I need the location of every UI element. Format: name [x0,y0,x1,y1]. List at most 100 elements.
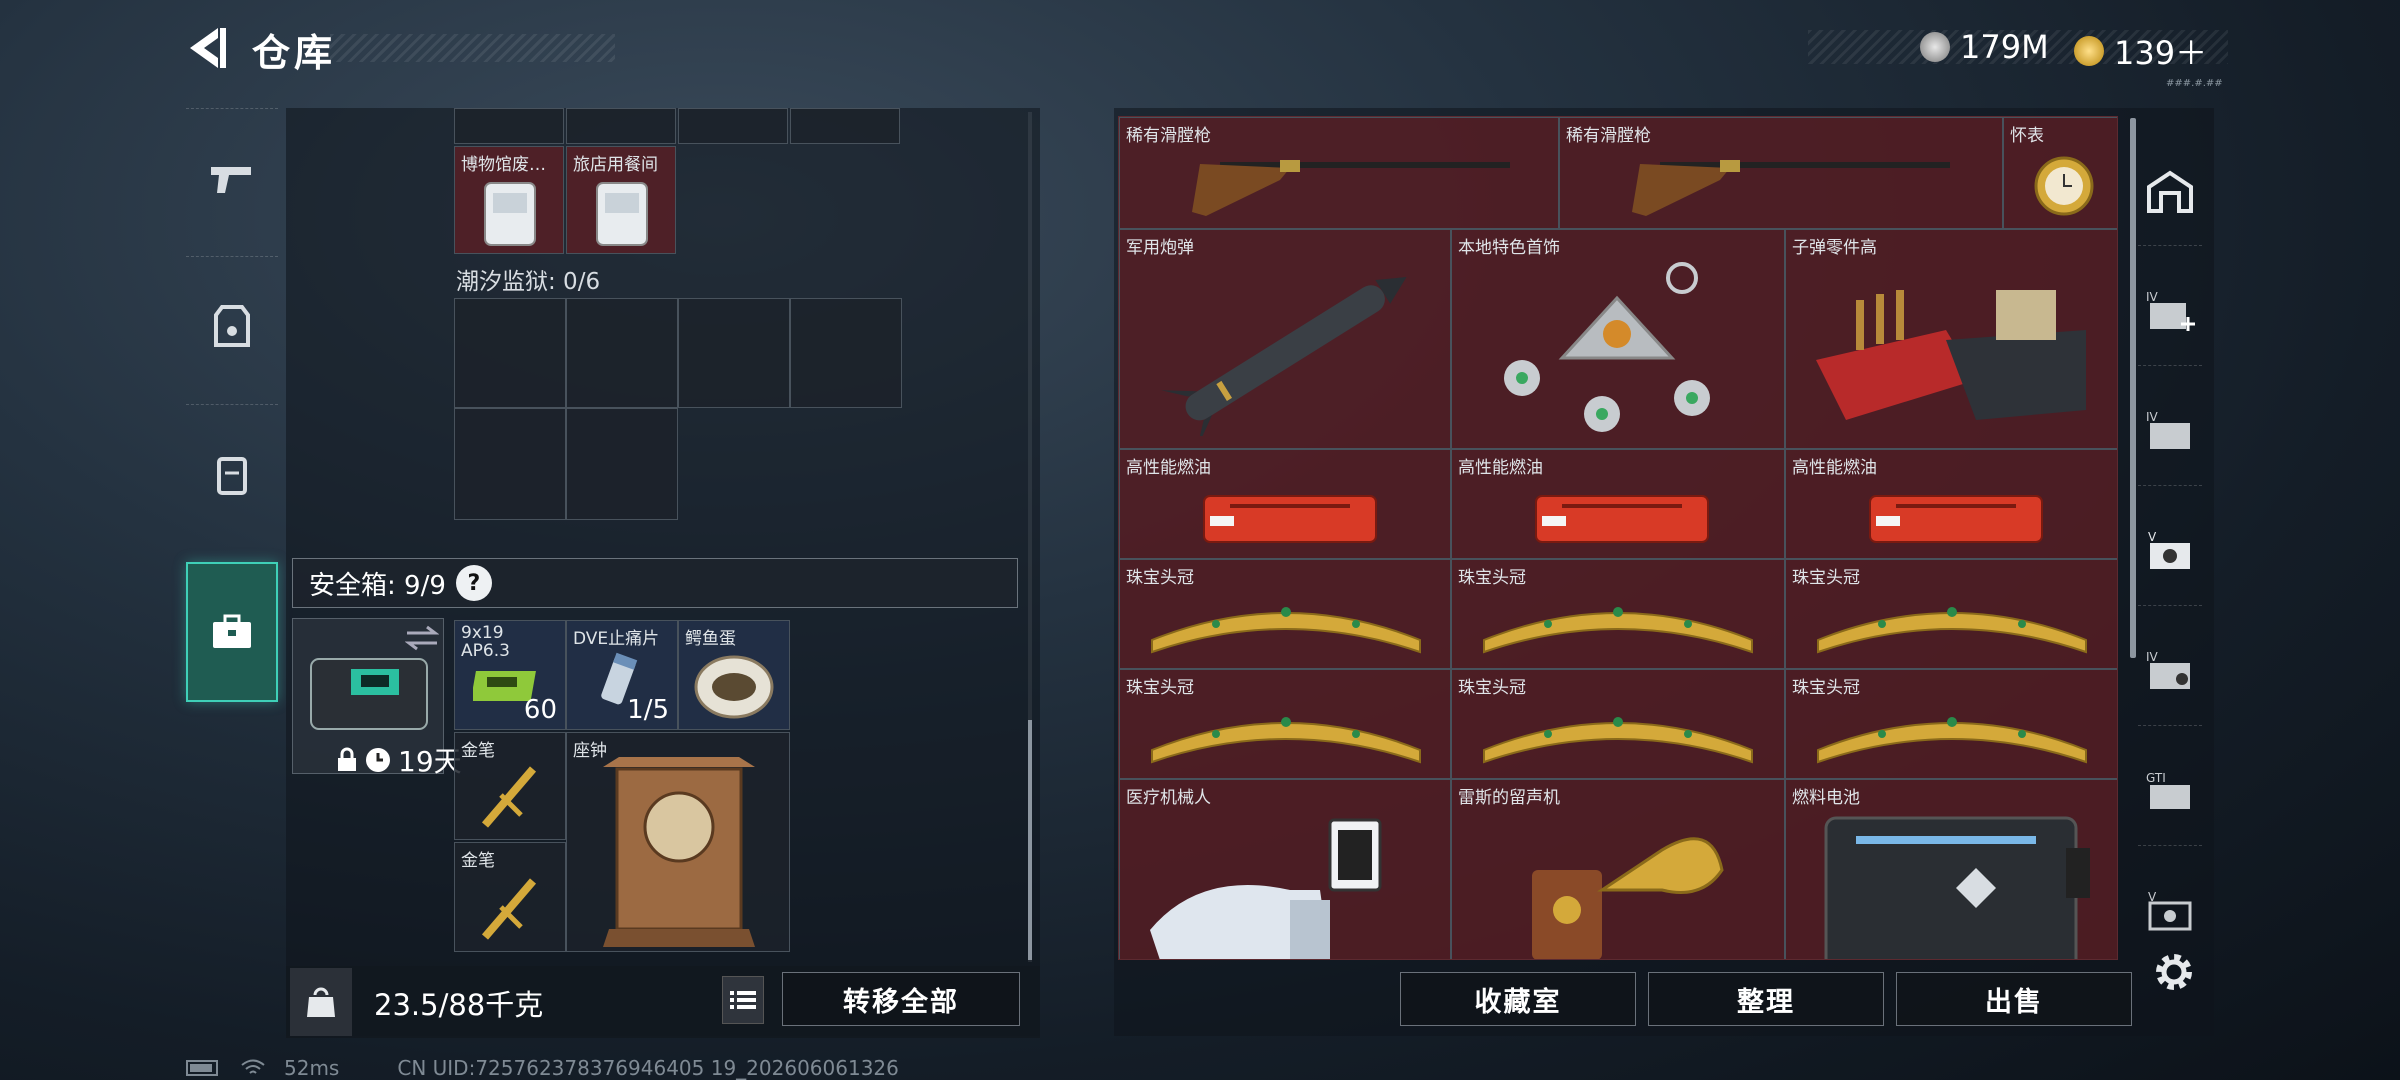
item-jewel-tiara[interactable]: 珠宝头冠 [1785,669,2117,779]
tiara-icon [1817,607,2087,654]
battery-status-icon [186,1060,218,1076]
item-military-shell[interactable]: 军用炮弹 [1119,229,1451,449]
sell-button[interactable]: 出售 [1896,972,2132,1026]
item-jewel-tiara[interactable]: 珠宝头冠 [1451,669,1785,779]
medical-robot-icon [1150,818,1382,959]
title-decoration [330,34,615,62]
grid-cell[interactable] [678,108,788,144]
keycard-icon [596,182,648,246]
clock-tower-icon [603,757,755,947]
item-name: 珠宝头冠 [1458,568,1526,588]
item-musket[interactable]: 稀有滑膛枪 [1119,117,1559,229]
tab-tools-iv[interactable]: IV [2138,376,2202,486]
weight-icon [290,968,352,1036]
item-name: DVE止痛片 [573,629,660,649]
safe-case-icon [310,658,428,730]
item-name: 博物馆废… [461,155,546,175]
item-fuel[interactable]: 高性能燃油 [1785,449,2117,559]
camera-icon: V [2148,530,2190,569]
left-scroll-thumb[interactable] [1028,720,1032,960]
collection-room-button[interactable]: 收藏室 [1400,972,1636,1026]
tiara-icon [1151,717,1421,764]
item-jewel-tiara[interactable]: 珠宝头冠 [1119,669,1451,779]
page-title: 仓库 [252,31,337,75]
fuel-case-icon [1535,495,1709,543]
gold-pen-icon [481,766,537,828]
tab-gti[interactable]: GTI [2138,736,2202,846]
item-jewel-tiara[interactable]: 珠宝头冠 [1451,559,1785,669]
item-bullet-parts[interactable]: 子弹零件高 [1785,229,2117,449]
medkit-plus-icon: IV [2146,290,2195,331]
lock-icon [338,747,356,771]
svg-text:IV: IV [2146,410,2159,424]
warehouse-grid: 稀有滑膛枪 稀有滑膛枪 怀表 军用炮弹 本地特色首饰 子弹零件高 高性能燃油 高… [1118,116,2118,960]
fuel-case-icon [1869,495,2043,543]
tab-medical-iv[interactable]: IV [2138,256,2202,366]
empty-slot[interactable] [454,408,566,520]
item-name: 珠宝头冠 [1126,678,1194,698]
item-mantel-clock[interactable]: 座钟 [566,732,790,952]
organize-button[interactable]: 整理 [1648,972,1884,1026]
ping-readout: 52ms [284,1056,340,1080]
empty-slot[interactable] [678,298,790,408]
left-category-sidebar [186,108,278,708]
item-musket[interactable]: 稀有滑膛枪 [1559,117,2003,229]
empty-slot[interactable] [790,298,902,408]
item-jewel-tiara[interactable]: 珠宝头冠 [1119,559,1451,669]
item-gramophone[interactable]: 雷斯的留声机 [1451,779,1785,959]
item-ammo[interactable]: 9x19 AP6.3 60 [454,620,566,730]
item-crocodile-egg[interactable]: 鳄鱼蛋 [678,620,790,730]
empty-slot[interactable] [566,408,678,520]
currency-silver[interactable]: 179M [1920,28,2049,66]
item-fuel[interactable]: 高性能燃油 [1451,449,1785,559]
tab-backpack[interactable] [186,404,278,544]
svg-text:IV: IV [2146,650,2159,664]
tab-weapons[interactable] [186,108,278,248]
back-button[interactable] [180,22,230,74]
tab-warehouse-home[interactable] [2138,136,2202,246]
item-name: 珠宝头冠 [1792,568,1860,588]
gold-coin-icon [2074,36,2104,66]
item-pocket-watch[interactable]: 怀表 [2003,117,2117,229]
grid-cell[interactable] [454,108,564,144]
clock-icon [366,748,390,772]
grid-cell[interactable] [790,108,900,144]
device-icon: IV [2146,650,2190,689]
item-painkiller[interactable]: DVE止痛片 1/5 [566,620,678,730]
transfer-all-button[interactable]: 转移全部 [782,972,1020,1026]
right-scroll-thumb[interactable] [2130,118,2136,658]
empty-slot[interactable] [566,298,678,408]
tiara-icon [1483,717,1753,764]
item-name: 本地特色首饰 [1458,238,1560,258]
item-museum-key[interactable]: 博物馆废… [454,146,564,254]
item-quantity: 1/5 [627,695,669,725]
item-gold-pen[interactable]: 金笔 [454,732,566,840]
warehouse-icon [2147,170,2193,213]
empty-slot[interactable] [454,298,566,408]
currency-gold[interactable]: 139＋ [2074,28,2207,74]
tab-armor[interactable] [186,256,278,396]
status-bar: 52ms CN UID:725762378376946405 19_202606… [186,1056,899,1080]
musket-icon [1632,160,1950,216]
item-inn-key[interactable]: 旅店用餐间 [566,146,676,254]
item-fuel-cell[interactable]: 燃料电池 [1785,779,2117,959]
tab-safe-box[interactable] [186,562,278,702]
item-name: 金笔 [461,741,495,761]
tiny-label: ###.#.## [2166,78,2223,89]
item-name: 旅店用餐间 [573,155,658,175]
settings-button[interactable] [2150,948,2198,996]
item-local-jewelry[interactable]: 本地特色首饰 [1451,229,1785,449]
tab-electronics-iv[interactable]: IV [2138,616,2202,726]
grid-cell[interactable] [566,108,676,144]
swap-icon [405,625,439,651]
item-medical-robot[interactable]: 医疗机械人 [1119,779,1451,959]
battery-icon [1824,816,2090,959]
silver-coin-icon [1920,32,1950,62]
tab-valuables-v[interactable]: V [2138,496,2202,606]
item-gold-pen[interactable]: 金笔 [454,842,566,952]
folder-icon: IV [2146,410,2190,449]
item-fuel[interactable]: 高性能燃油 [1119,449,1451,559]
list-view-button[interactable] [722,976,764,1024]
help-button[interactable]: ? [455,565,492,601]
item-jewel-tiara[interactable]: 珠宝头冠 [1785,559,2117,669]
